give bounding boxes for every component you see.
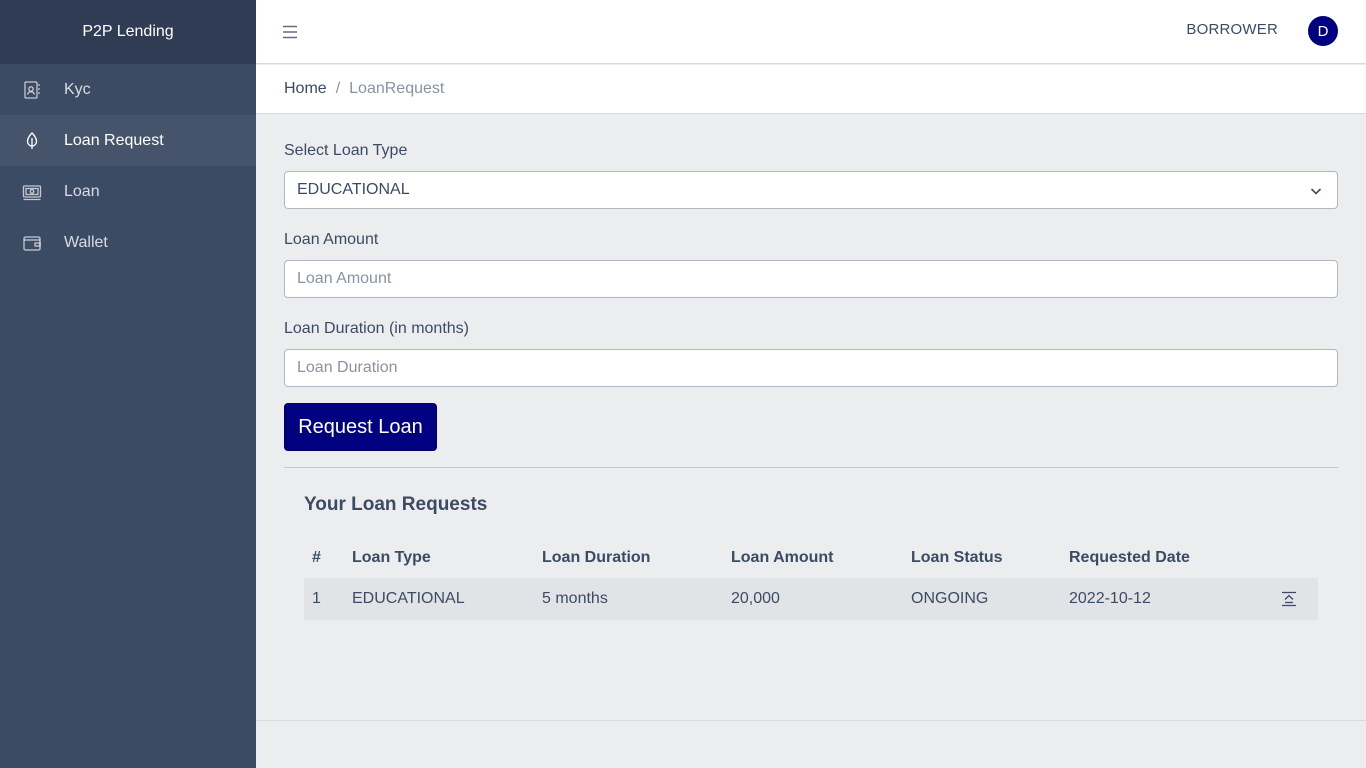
sidebar-item-loan[interactable]: Loan [0,166,256,217]
cell-loan-status: ONGOING [903,578,1061,620]
loan-type-selected-value: EDUCATIONAL [297,181,410,198]
brand-title[interactable]: P2P Lending [0,0,256,64]
loan-duration-field-wrapper [284,349,1338,387]
loan-amount-input[interactable] [297,270,1325,288]
cell-actions [1259,578,1318,620]
user-role-label: BORROWER [1186,21,1278,38]
breadcrumb-current: LoanRequest [349,80,445,97]
breadcrumb-home-link[interactable]: Home [284,80,327,98]
hamburger-menu-icon[interactable] [282,22,298,42]
column-header-loan-amount: Loan Amount [731,549,834,566]
cell-loan-amount: 20,000 [723,578,903,620]
main-content: Select Loan Type EDUCATIONAL Loan Amount… [284,114,1338,620]
table-header-row: # Loan Type Loan Duration Loan Amount Lo… [304,538,1318,578]
avatar[interactable]: D [1308,16,1338,46]
request-loan-button[interactable]: Request Loan [284,403,437,451]
collapse-vertical-icon[interactable] [1280,590,1298,608]
sidebar-item-wallet[interactable]: Wallet [0,217,256,268]
breadcrumb-separator: / [335,80,341,97]
sidebar-item-label: Kyc [64,80,91,98]
sidebar-item-label: Wallet [64,233,108,251]
contact-book-icon [0,80,64,100]
leaf-icon [0,131,64,151]
divider [284,467,1338,468]
cell-loan-type: EDUCATIONAL [344,578,534,620]
column-header-actions [1259,538,1318,578]
sidebar-item-label: Loan Request [64,131,164,149]
footer [256,720,1366,768]
column-header-loan-status: Loan Status [911,549,1003,566]
loan-amount-field-wrapper [284,260,1338,298]
loan-duration-input[interactable] [297,359,1325,377]
column-header-loan-duration: Loan Duration [542,549,651,566]
breadcrumb: Home / LoanRequest [256,65,1366,114]
table-row[interactable]: 1 EDUCATIONAL 5 months 20,000 ONGOING 20… [304,578,1318,620]
cell-requested-date: 2022-10-12 [1061,578,1259,620]
wallet-icon [0,233,64,253]
loan-type-label: Select Loan Type [284,142,408,159]
cash-icon [0,182,64,202]
column-header-index: # [312,549,321,566]
loan-requests-table: # Loan Type Loan Duration Loan Amount Lo… [304,538,1318,620]
cell-loan-duration: 5 months [534,578,723,620]
cell-index: 1 [304,578,344,620]
chevron-down-icon [1310,188,1322,195]
loan-type-select[interactable]: EDUCATIONAL [284,171,1338,209]
column-header-loan-type: Loan Type [352,549,431,566]
top-header: BORROWER D [256,0,1366,64]
column-header-requested-date: Requested Date [1069,549,1190,566]
sidebar-item-loan-request[interactable]: Loan Request [0,115,256,166]
sidebar-item-kyc[interactable]: Kyc [0,64,256,115]
loan-duration-label: Loan Duration (in months) [284,320,469,337]
sidebar-item-label: Loan [64,182,100,200]
loan-requests-title: Your Loan Requests [304,494,488,515]
sidebar: P2P Lending Kyc Loan Request Loan Wallet [0,0,256,768]
loan-amount-label: Loan Amount [284,231,379,248]
